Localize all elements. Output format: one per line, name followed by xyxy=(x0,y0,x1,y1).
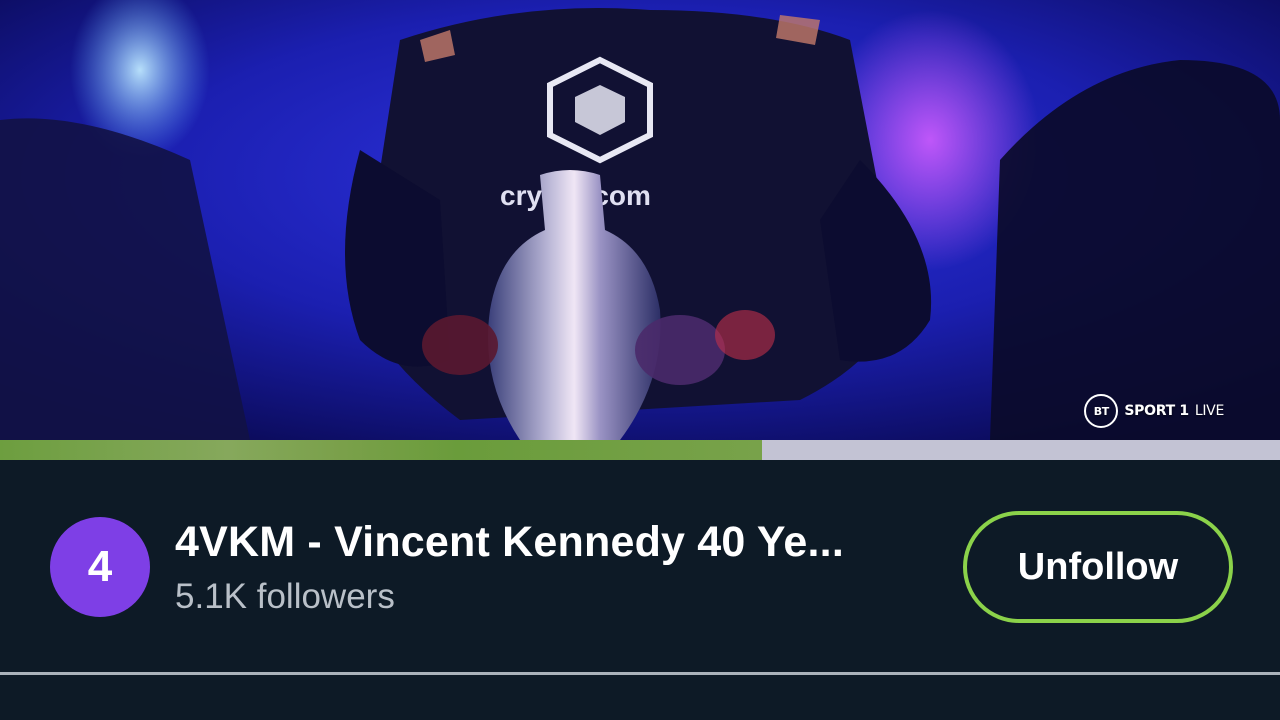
channel-info-panel: 4 4VKM - Vincent Kennedy 40 Ye... 5.1K f… xyxy=(0,460,1280,672)
screen: crypto.com BT SPORT 1 LIVE 4 4VKM - Vinc… xyxy=(0,0,1280,720)
video-player[interactable]: crypto.com BT SPORT 1 LIVE xyxy=(0,0,1280,440)
channel-avatar[interactable]: 4 xyxy=(50,517,150,617)
broadcaster-live-label: LIVE xyxy=(1194,403,1224,419)
broadcaster-watermark: BT SPORT 1 LIVE xyxy=(1084,394,1224,428)
video-frame-image: crypto.com xyxy=(0,0,1280,440)
bt-logo-icon: BT xyxy=(1084,394,1119,428)
channel-title[interactable]: 4VKM - Vincent Kennedy 40 Ye... xyxy=(175,518,935,567)
unfollow-button[interactable]: Unfollow xyxy=(963,511,1233,623)
progress-played xyxy=(0,440,762,460)
broadcaster-channel: SPORT 1 xyxy=(1124,403,1189,419)
bottom-area xyxy=(0,675,1280,720)
video-progress-bar[interactable] xyxy=(0,440,1280,460)
follower-count: 5.1K followers xyxy=(175,577,395,616)
avatar-letter: 4 xyxy=(87,542,113,591)
